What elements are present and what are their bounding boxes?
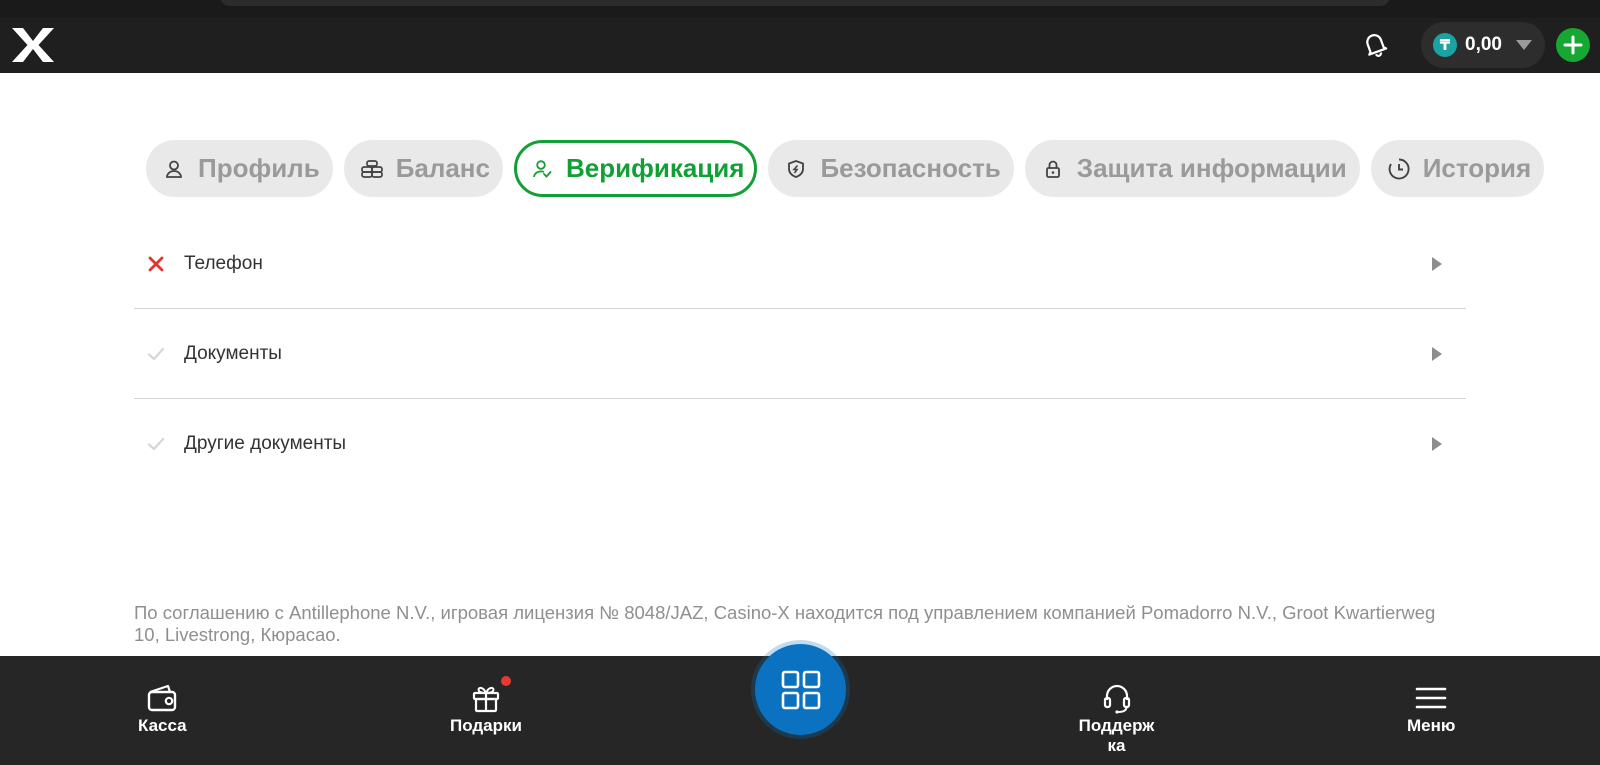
gift-icon (469, 676, 511, 714)
tab-label: История (1422, 153, 1532, 183)
tab-verification[interactable]: Верификация (513, 140, 758, 197)
x-logo-icon (12, 28, 54, 62)
bell-icon (1366, 34, 1388, 57)
check-icon (145, 343, 167, 365)
plus-icon (1563, 35, 1583, 55)
tab-label: Баланс (395, 153, 490, 183)
chevron-down-icon (1515, 40, 1532, 50)
verification-item-label: Документы (184, 342, 282, 364)
tab-profile[interactable]: Профиль (146, 140, 333, 197)
tenge-coin-icon: ₸ (1433, 33, 1457, 57)
balance-selector[interactable]: ₸ 0,00 (1421, 22, 1545, 68)
nav-menu[interactable]: Меню (1407, 682, 1455, 736)
shield-icon (784, 157, 808, 181)
verification-item-documents[interactable]: Документы (134, 309, 1466, 399)
profile-tabs: Профиль Баланс Верификация Безопасность … (146, 140, 1545, 197)
tab-label: Безопасность (820, 153, 1001, 183)
verification-item-phone[interactable]: Телефон (134, 219, 1466, 309)
deposit-plus-button[interactable] (1556, 28, 1590, 62)
nav-gifts[interactable]: Подарки (450, 676, 522, 736)
tab-history[interactable]: История (1370, 140, 1545, 197)
nav-label: Поддерж ка (1078, 716, 1155, 755)
nav-label: Касса (138, 716, 187, 735)
page: ₸ 0,00 Профиль Баланс Верификация Безопа… (0, 0, 1600, 765)
tab-label: Верификация (565, 153, 745, 183)
license-text: По соглашению с Antillephone N.V., игров… (134, 602, 1436, 645)
browser-top-strip (0, 0, 1600, 18)
notifications-button[interactable] (1357, 26, 1393, 62)
nav-label: Меню (1407, 716, 1456, 735)
hamburger-icon (1414, 682, 1448, 714)
clock-icon (1387, 157, 1411, 181)
notification-dot (500, 676, 511, 686)
verification-item-label: Телефон (184, 252, 263, 274)
chevron-right-icon (1432, 256, 1442, 271)
chevron-right-icon (1432, 346, 1442, 361)
user-icon (162, 157, 186, 181)
lock-icon (1041, 157, 1065, 181)
wallet-icon (145, 682, 179, 714)
balance-value: 0,00 (1465, 34, 1502, 55)
grid-icon (781, 670, 820, 709)
tab-data-protection[interactable]: Защита информации (1024, 140, 1360, 197)
chevron-right-icon (1432, 437, 1442, 451)
check-icon (145, 433, 167, 455)
cross-icon (145, 253, 167, 275)
tab-security[interactable]: Безопасность (768, 140, 1014, 197)
verification-item-label: Другие документы (184, 433, 347, 454)
user-check-icon (530, 157, 554, 181)
verification-list: Телефон Документы Другие документы (134, 219, 1466, 489)
tab-label: Защита информации (1076, 153, 1347, 183)
games-grid-button[interactable] (755, 644, 846, 735)
coins-icon (360, 157, 384, 181)
tab-label: Профиль (198, 153, 320, 183)
header: ₸ 0,00 (0, 18, 1600, 73)
nav-label: Подарки (450, 716, 522, 735)
nav-support[interactable]: Поддерж ка (1078, 682, 1155, 756)
logo[interactable] (10, 26, 56, 64)
verification-item-other-documents[interactable]: Другие документы (134, 399, 1466, 489)
tab-balance[interactable]: Баланс (343, 140, 503, 197)
headset-icon (1100, 682, 1134, 714)
nav-cashier[interactable]: Касса (138, 682, 187, 736)
